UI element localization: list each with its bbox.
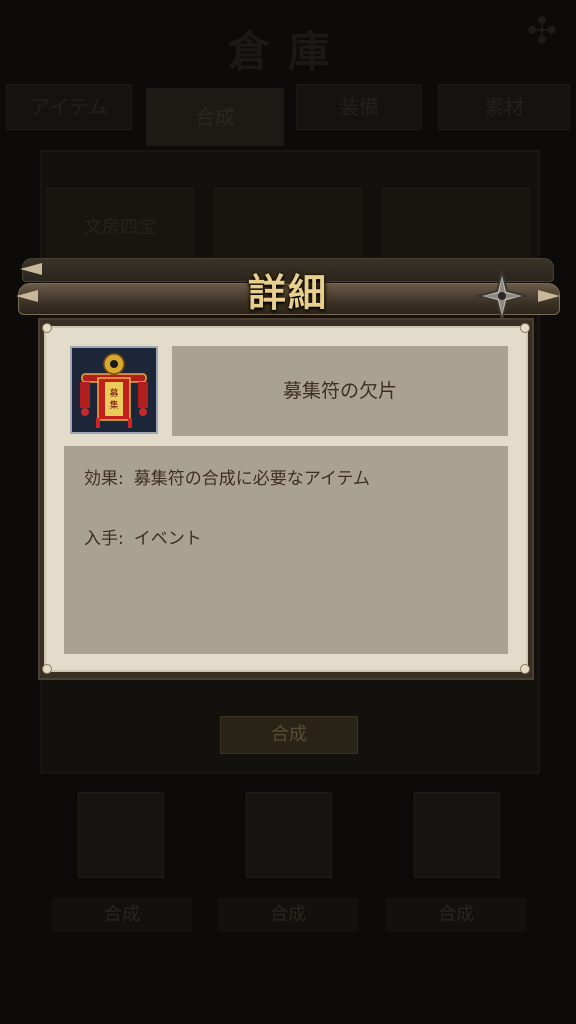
item-description-box: 効果: 募集符の合成に必要なアイテム 入手: イベント bbox=[64, 446, 508, 654]
bg-tab-items: アイテム bbox=[6, 84, 132, 130]
frame-stud bbox=[42, 664, 52, 674]
bg-item-slot bbox=[246, 792, 332, 878]
item-name: 募集符の欠片 bbox=[282, 380, 397, 402]
bg-tab-bar: アイテム 合成 装備 素材 bbox=[0, 84, 576, 146]
bg-slot-label: 合成 bbox=[218, 898, 358, 932]
bg-slot-label: 合成 bbox=[386, 898, 526, 932]
item-name-box: 募集符の欠片 bbox=[172, 346, 508, 436]
bg-compose-button: 合成 bbox=[220, 716, 358, 754]
item-icon-frame: 募 集 bbox=[70, 346, 158, 434]
bg-item-slot bbox=[414, 792, 500, 878]
warehouse-title: 倉庫 bbox=[227, 27, 348, 76]
frame-stud bbox=[520, 664, 530, 674]
recruit-banner-icon: 募 集 bbox=[72, 348, 156, 432]
bg-item-slot bbox=[78, 792, 164, 878]
bg-slot-label: 合成 bbox=[52, 898, 192, 932]
frame-stud bbox=[520, 323, 530, 333]
bg-tab-compose: 合成 bbox=[146, 88, 284, 146]
obtain-label: 入手: bbox=[84, 529, 124, 549]
bg-close-icon: ✣ bbox=[526, 11, 558, 52]
bg-tab-materials: 素材 bbox=[438, 84, 570, 130]
bg-tab-equipment: 装備 bbox=[296, 84, 422, 130]
frame-stud bbox=[42, 323, 52, 333]
svg-text:募: 募 bbox=[109, 387, 118, 399]
svg-text:集: 集 bbox=[109, 399, 118, 411]
effect-value: 募集符の合成に必要なアイテム bbox=[133, 469, 371, 489]
shuriken-icon[interactable] bbox=[474, 268, 530, 324]
obtain-row: 入手: イベント bbox=[84, 524, 202, 549]
effect-label: 効果: bbox=[84, 469, 124, 489]
effect-row: 効果: 募集符の合成に必要なアイテム bbox=[84, 464, 370, 489]
obtain-value: イベント bbox=[133, 529, 202, 549]
